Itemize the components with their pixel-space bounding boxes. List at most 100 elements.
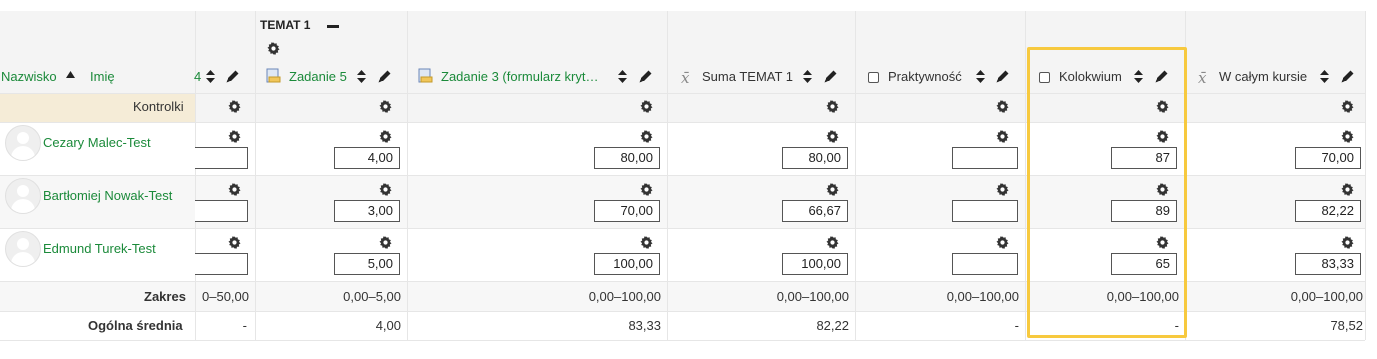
average-value-zad3: 83,33 — [628, 318, 661, 333]
grade-input-kolok[interactable]: 65 — [1111, 253, 1177, 275]
avatar — [5, 178, 41, 214]
sort-arrows-icon[interactable] — [206, 70, 215, 83]
range-label: Zakres — [144, 289, 186, 304]
grade-input-zad3[interactable]: 80,00 — [594, 147, 660, 169]
cell-gear-icon[interactable] — [379, 183, 392, 199]
cell-gear-icon[interactable] — [826, 130, 839, 146]
cell-gear-icon[interactable] — [379, 236, 392, 252]
grade-input-zad5[interactable]: 4,00 — [334, 147, 400, 169]
cell-gear-icon[interactable] — [379, 130, 392, 146]
cell-gear-icon[interactable] — [640, 130, 653, 146]
column-header-prev[interactable]: 4 — [194, 69, 201, 84]
controls-gear-icon[interactable] — [379, 100, 392, 116]
section-title: TEMAT 1 — [260, 18, 311, 32]
grade-input-prakt[interactable] — [952, 253, 1018, 275]
range-value-kurs: 0,00–100,00 — [1290, 289, 1363, 304]
average-label: Ogólna średnia — [88, 318, 183, 333]
student-name-link[interactable]: Bartłomiej Nowak-Test — [43, 188, 172, 203]
cell-gear-icon[interactable] — [1341, 183, 1354, 199]
average-value-prev: - — [242, 318, 247, 333]
controls-gear-icon[interactable] — [640, 100, 653, 116]
grade-input-kolok[interactable]: 89 — [1111, 200, 1177, 222]
edit-pencil-icon[interactable] — [226, 70, 239, 83]
cell-gear-icon[interactable] — [996, 183, 1009, 199]
checkbox-icon[interactable] — [1039, 72, 1050, 83]
column-header-zadanie3[interactable]: Zadanie 3 (formularz kryt… — [441, 69, 599, 84]
svg-text:x̄: x̄ — [681, 69, 690, 86]
grade-input-zad3[interactable]: 100,00 — [594, 253, 660, 275]
grade-input-kurs[interactable]: 70,00 — [1295, 147, 1361, 169]
cell-gear-icon[interactable] — [228, 236, 241, 252]
edit-pencil-icon[interactable] — [1155, 70, 1168, 83]
column-header-suma: Suma TEMAT 1 — [702, 69, 794, 84]
average-value-suma: 82,22 — [816, 318, 849, 333]
average-value-zad5: 4,00 — [375, 318, 401, 333]
column-header-w-calym-kursie: W całym kursie — [1219, 69, 1308, 84]
sort-arrows-icon[interactable] — [1134, 70, 1143, 83]
sort-arrows-icon[interactable] — [618, 70, 627, 83]
sort-arrows-icon[interactable] — [357, 70, 366, 83]
student-name-link[interactable]: Cezary Malec-Test — [43, 135, 151, 150]
sort-arrows-icon[interactable] — [976, 70, 985, 83]
controls-gear-icon[interactable] — [228, 100, 241, 116]
grade-input-zad5[interactable]: 3,00 — [334, 200, 400, 222]
sort-arrows-icon[interactable] — [803, 70, 812, 83]
grade-input-suma[interactable]: 66,67 — [782, 200, 848, 222]
controls-gear-icon[interactable] — [1156, 100, 1169, 116]
checkbox-icon[interactable] — [868, 72, 879, 83]
edit-pencil-icon[interactable] — [378, 70, 391, 83]
edit-pencil-icon[interactable] — [1341, 70, 1354, 83]
range-value-prev: 0–50,00 — [202, 289, 249, 304]
range-value-kolok: 0,00–100,00 — [1106, 289, 1179, 304]
controls-gear-icon[interactable] — [996, 100, 1009, 116]
average-value-prakt: - — [1014, 318, 1019, 333]
sort-ascending-icon[interactable] — [66, 71, 75, 78]
controls-label: Kontrolki — [133, 99, 184, 114]
edit-pencil-icon[interactable] — [639, 70, 652, 83]
grade-input-zad5[interactable]: 5,00 — [334, 253, 400, 275]
grade-input-suma[interactable]: 80,00 — [782, 147, 848, 169]
grade-input-zad3[interactable]: 70,00 — [594, 200, 660, 222]
column-header-zadanie5[interactable]: Zadanie 5 — [289, 69, 347, 84]
range-value-zad5: 0,00–5,00 — [343, 289, 401, 304]
avatar — [5, 125, 41, 161]
cell-gear-icon[interactable] — [826, 236, 839, 252]
grade-input-kurs[interactable]: 82,22 — [1295, 200, 1361, 222]
collapse-icon[interactable] — [327, 25, 339, 28]
cell-gear-icon[interactable] — [1156, 236, 1169, 252]
cell-gear-icon[interactable] — [1341, 236, 1354, 252]
controls-gear-icon[interactable] — [826, 100, 839, 116]
cell-gear-icon[interactable] — [1156, 130, 1169, 146]
cell-gear-icon[interactable] — [1156, 183, 1169, 199]
cell-gear-icon[interactable] — [228, 130, 241, 146]
sort-arrows-icon[interactable] — [1320, 70, 1329, 83]
sort-firstname-link[interactable]: Imię — [90, 69, 115, 84]
grade-input-suma[interactable]: 100,00 — [782, 253, 848, 275]
controls-gear-icon[interactable] — [1341, 100, 1354, 116]
cell-gear-icon[interactable] — [996, 130, 1009, 146]
grade-input-prev[interactable] — [195, 253, 248, 275]
sigma-icon: x̄ — [1198, 69, 1207, 86]
student-name-link[interactable]: Edmund Turek-Test — [43, 241, 156, 256]
column-header-praktywnosc: Praktywność — [888, 69, 962, 84]
cell-gear-icon[interactable] — [640, 236, 653, 252]
cell-gear-icon[interactable] — [228, 183, 241, 199]
grade-input-kolok[interactable]: 87 — [1111, 147, 1177, 169]
edit-pencil-icon[interactable] — [824, 70, 837, 83]
grade-input-prakt[interactable] — [952, 200, 1018, 222]
grade-input-prev[interactable] — [195, 200, 248, 222]
cell-gear-icon[interactable] — [640, 183, 653, 199]
edit-pencil-icon[interactable] — [996, 70, 1009, 83]
sort-surname-link[interactable]: Nazwisko — [1, 69, 57, 84]
average-value-kurs: 78,52 — [1330, 318, 1363, 333]
gear-icon[interactable] — [267, 42, 280, 55]
range-value-prakt: 0,00–100,00 — [946, 289, 1019, 304]
cell-gear-icon[interactable] — [996, 236, 1009, 252]
avatar — [5, 231, 41, 267]
grade-input-prev[interactable] — [195, 147, 248, 169]
grade-input-prakt[interactable] — [952, 147, 1018, 169]
grade-input-kurs[interactable]: 83,33 — [1295, 253, 1361, 275]
cell-gear-icon[interactable] — [826, 183, 839, 199]
cell-gear-icon[interactable] — [1341, 130, 1354, 146]
column-header-kolokwium: Kolokwium — [1059, 69, 1122, 84]
